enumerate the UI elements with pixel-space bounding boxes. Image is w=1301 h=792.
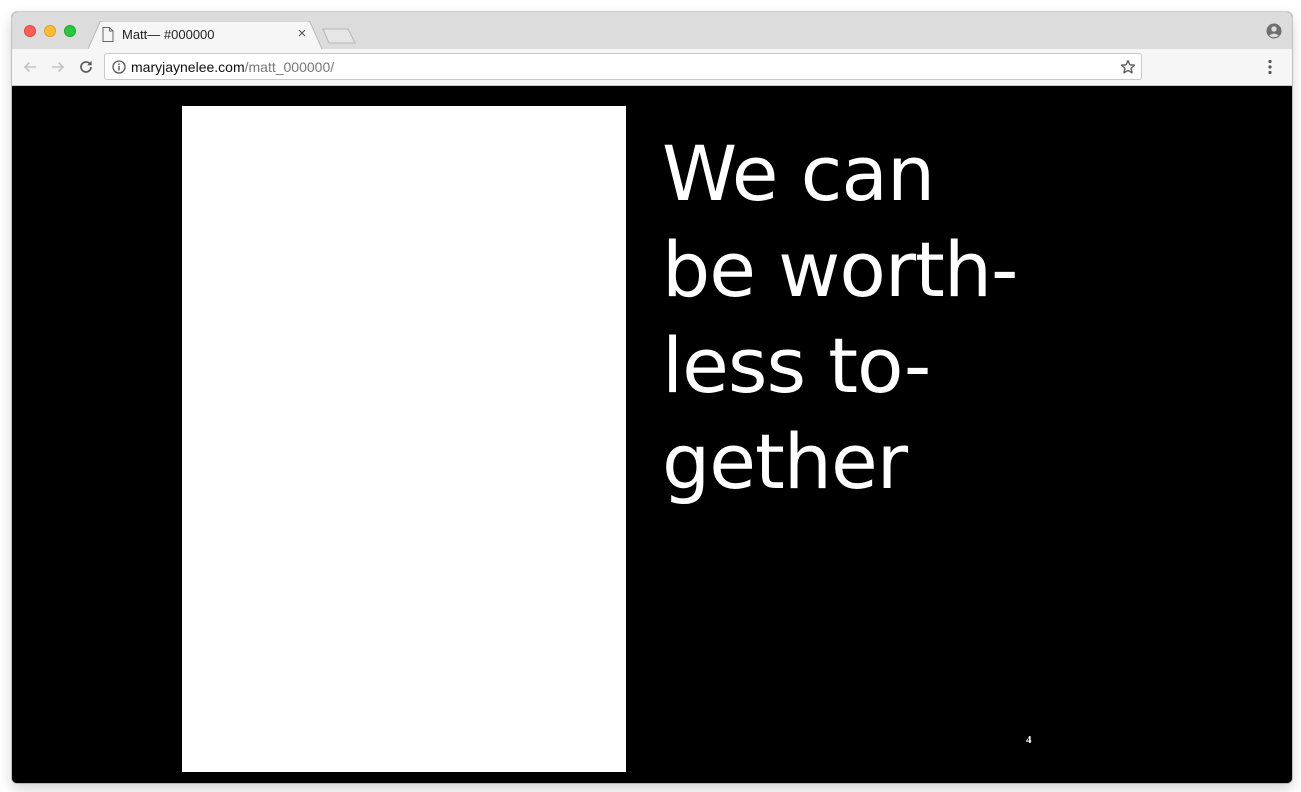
vertical-dots-menu-icon[interactable] (1268, 59, 1272, 75)
url-text[interactable]: maryjaynelee.com/matt_000000/ (131, 59, 334, 75)
profile-icon[interactable] (1266, 23, 1282, 39)
page-number: 4 (1026, 734, 1032, 746)
forward-arrow-icon[interactable] (50, 59, 66, 75)
info-icon[interactable] (112, 60, 126, 74)
new-tab-button[interactable] (322, 28, 356, 44)
browser-window: Matt— #000000 × maryjaynelee.com/matt_00… (12, 12, 1292, 783)
tab-close-icon[interactable]: × (294, 26, 310, 42)
star-icon[interactable] (1120, 59, 1136, 75)
tab-active[interactable]: Matt— #000000 × (88, 21, 322, 49)
headline-line: We can (662, 129, 935, 218)
page-content: We can be worth- less to- gether 4 (12, 86, 1292, 783)
close-window-button[interactable] (24, 25, 36, 37)
back-arrow-icon[interactable] (22, 59, 38, 75)
minimize-window-button[interactable] (44, 25, 56, 37)
zoom-window-button[interactable] (64, 25, 76, 37)
headline-line: less to- (662, 321, 931, 410)
reload-icon[interactable] (78, 59, 94, 75)
url-host: maryjaynelee.com (131, 59, 245, 75)
address-bar[interactable]: maryjaynelee.com/matt_000000/ (104, 53, 1142, 80)
headline-line: be worth- (662, 225, 1018, 314)
white-panel (182, 106, 626, 772)
url-path: /matt_000000/ (244, 59, 335, 75)
tab-title: Matt— #000000 (122, 27, 215, 42)
document-icon (102, 27, 114, 42)
tab-strip: Matt— #000000 × (12, 12, 1292, 49)
browser-toolbar: maryjaynelee.com/matt_000000/ (12, 49, 1292, 86)
headline: We can be worth- less to- gether (662, 126, 1082, 510)
headline-line: gether (662, 417, 908, 506)
